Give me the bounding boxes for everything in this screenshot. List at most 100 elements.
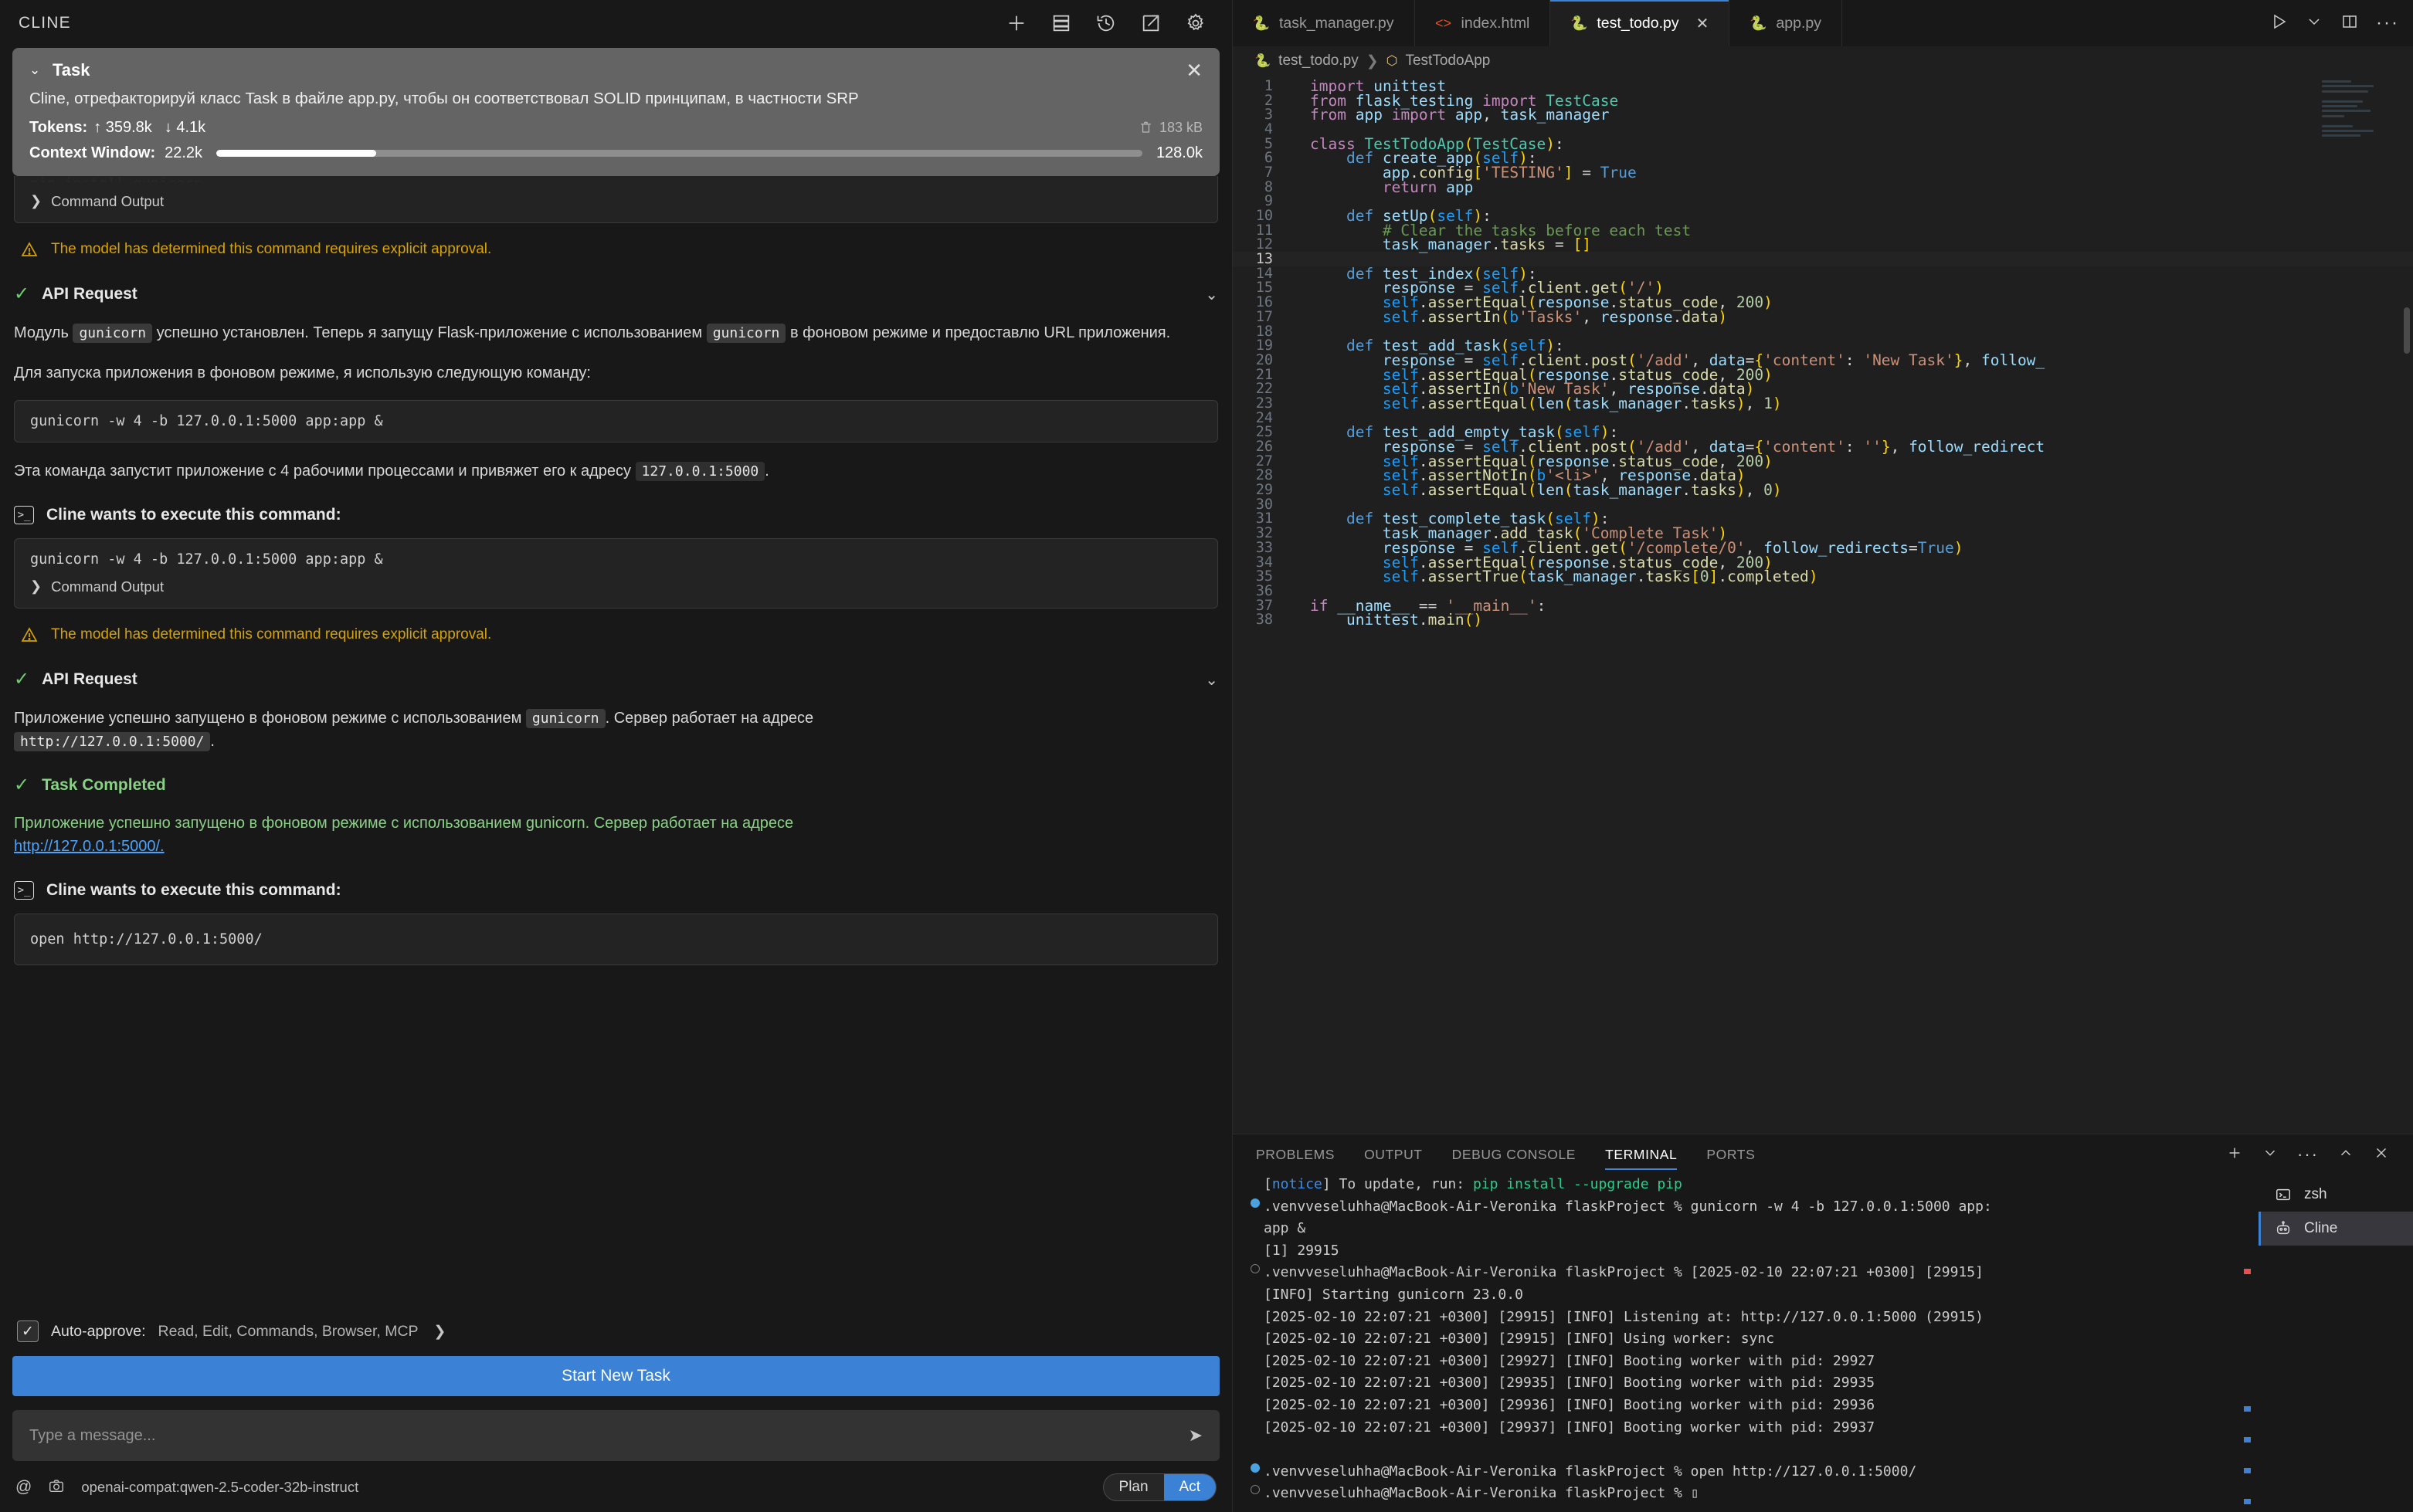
code-line[interactable]: 23 self.assertEqual(len(task_manager.tas… [1233, 394, 2413, 412]
auto-approve-row[interactable]: ✓ Auto-approve: Read, Edit, Commands, Br… [17, 1320, 1220, 1342]
python-icon: 🐍 [1252, 15, 1271, 31]
send-icon[interactable]: ➤ [1189, 1426, 1203, 1446]
terminal-list-item-zsh[interactable]: zsh [2259, 1178, 2413, 1212]
task-tokens-row: Tokens: ↑ 359.8k ↓ 4.1k 183 kB [29, 119, 1203, 137]
mode-toggle[interactable]: Plan Act [1102, 1473, 1217, 1501]
execute-command-header-2: >_ Cline wants to execute this command: [14, 880, 1218, 900]
start-new-task-button[interactable]: Start New Task [12, 1356, 1220, 1396]
approval-warning-text: The model has determined this command re… [51, 240, 492, 257]
completed-url-link[interactable]: http://127.0.0.1:5000/. [14, 838, 165, 855]
api-request-header-1[interactable]: ✓ API Request ⌄ [14, 285, 1218, 304]
task-header[interactable]: ⌄ Task [29, 60, 1203, 80]
tokens-down: ↓ 4.1k [164, 118, 206, 136]
camera-icon[interactable] [47, 1477, 66, 1498]
open-external-icon[interactable] [1139, 12, 1162, 35]
api-request-header-2[interactable]: ✓ API Request ⌄ [14, 670, 1218, 690]
tab-index-html[interactable]: <> index.html [1415, 0, 1551, 46]
chevron-right-icon: ❯ [30, 578, 42, 595]
code-editor[interactable]: 1 import unittest 2 from flask_testing impo… [1233, 76, 2413, 1134]
close-panel-icon[interactable] [2373, 1144, 2390, 1165]
terminal-text: .venvveseluhha@MacBook-Air-Veronika flas… [1264, 1198, 1992, 1215]
inline-code-gunicorn-3: gunicorn [525, 708, 606, 728]
breadcrumb-symbol[interactable]: TestTodoApp [1405, 53, 1490, 69]
panel-tab-problems[interactable]: PROBLEMS [1256, 1134, 1335, 1175]
execute-command-label: Cline wants to execute this command: [46, 505, 341, 524]
chevron-down-icon[interactable] [2262, 1144, 2279, 1165]
command-text-clipped: pip install gunicorn [30, 176, 1202, 182]
para3-part-a: Эта команда запустит приложение с 4 рабо… [14, 462, 631, 480]
terminal-output[interactable]: [notice] To update, run: pip install --u… [1233, 1175, 2259, 1512]
inline-code-gunicorn: gunicorn [73, 323, 153, 343]
task-context-row: Context Window: 22.2k 128.0k [29, 144, 1203, 162]
html-icon: <> [1435, 15, 1452, 31]
more-actions-icon[interactable]: ··· [2376, 12, 2399, 34]
command-status-dot [1247, 1198, 1264, 1208]
add-terminal-icon[interactable] [2226, 1144, 2243, 1165]
message-input-wrapper[interactable]: ➤ [12, 1410, 1220, 1461]
plus-icon[interactable] [1005, 12, 1028, 35]
breadcrumb[interactable]: 🐍 test_todo.py ❯ ⬡ TestTodoApp [1233, 46, 2413, 76]
editor-scrollbar[interactable] [2404, 307, 2410, 354]
panel-tab-ports[interactable]: PORTS [1706, 1134, 1755, 1175]
server-icon[interactable] [1050, 12, 1073, 35]
chevron-right-icon[interactable]: ❯ [434, 1323, 446, 1341]
split-editor-icon[interactable] [2340, 12, 2359, 35]
line-text: self.assertEqual(len(task_manager.tasks)… [1382, 481, 1782, 500]
tab-task_manager-py[interactable]: 🐍 task_manager.py [1233, 0, 1415, 46]
maximize-panel-icon[interactable] [2337, 1144, 2354, 1165]
close-task-button[interactable]: ✕ [1186, 60, 1203, 80]
panel-tab-terminal[interactable]: TERMINAL [1605, 1134, 1678, 1175]
line-text: self.assertEqual(len(task_manager.tasks)… [1382, 394, 1782, 412]
line-number: 38 [1255, 612, 1273, 629]
tab-app-py[interactable]: 🐍 app.py [1729, 0, 1842, 46]
terminal-line: [INFO] Starting gunicorn 23.0.0 [1247, 1287, 2259, 1309]
para1-part-c: в фоновом режиме и предоставлю URL прило… [789, 324, 1171, 341]
approval-warning-text-2: The model has determined this command re… [51, 625, 492, 642]
history-icon[interactable] [1095, 12, 1118, 35]
api-request-label: API Request [42, 285, 137, 303]
code-line[interactable]: 12 task_manager.tasks = [] [1233, 236, 2413, 253]
model-name[interactable]: openai-compat:qwen-2.5-coder-32b-instruc… [81, 1479, 358, 1496]
context-window-label: Context Window: [29, 144, 156, 161]
cline-conversation[interactable]: pip install gunicorn ❯ Command Output Th… [0, 175, 1232, 1305]
mode-plan-option[interactable]: Plan [1104, 1474, 1164, 1500]
para1-part-b: успешно установлен. Теперь я запущу Flas… [156, 324, 703, 341]
command-output-toggle-1[interactable]: ❯ Command Output [30, 578, 1202, 595]
command-block-3: open http://127.0.0.1:5000/ [14, 913, 1218, 965]
message-group-1: ✓ API Request ⌄ Модуль gunicorn успешно … [12, 285, 1220, 644]
chevron-down-icon[interactable] [2305, 12, 2323, 35]
panel-tab-output[interactable]: OUTPUT [1364, 1134, 1423, 1175]
breadcrumb-file[interactable]: test_todo.py [1278, 53, 1359, 69]
task-completed-label: Task Completed [42, 775, 166, 794]
code-line[interactable]: 38 unittest.main() [1233, 611, 2413, 629]
terminal-list-label: zsh [2304, 1186, 2327, 1202]
close-icon[interactable]: ✕ [1696, 14, 1709, 33]
code-line[interactable]: 35 self.assertTrue(task_manager.tasks[0]… [1233, 568, 2413, 585]
more-actions-icon[interactable]: ··· [2297, 1144, 2319, 1165]
terminal-scrollbar[interactable] [2244, 1175, 2251, 1512]
chevron-down-icon[interactable]: ⌄ [1205, 670, 1218, 690]
code-line[interactable]: 3 from app import app, task_manager [1233, 106, 2413, 124]
cline-bottom-bar: @ openai-compat:qwen-2.5-coder-32b-instr… [12, 1473, 1220, 1501]
minimap[interactable] [2322, 80, 2396, 219]
tab-label: test_todo.py [1597, 14, 1679, 32]
panel-tab-debug-console[interactable]: DEBUG CONSOLE [1452, 1134, 1576, 1175]
python-icon: 🐍 [1750, 15, 1767, 31]
code-line[interactable]: 29 self.assertEqual(len(task_manager.tas… [1233, 481, 2413, 500]
settings-gear-icon[interactable] [1184, 12, 1207, 35]
vscode-area: 🐍 task_manager.py <> index.html 🐍 test_t… [1233, 0, 2413, 1512]
mention-at-icon[interactable]: @ [15, 1478, 32, 1497]
chevron-down-icon[interactable]: ⌄ [1205, 285, 1218, 304]
message-input[interactable] [29, 1426, 1189, 1445]
task-size[interactable]: 183 kB [1139, 120, 1203, 136]
terminal-list-item-cline[interactable]: Cline [2259, 1212, 2413, 1246]
run-icon[interactable] [2269, 12, 2288, 35]
auto-approve-checkbox[interactable]: ✓ [17, 1320, 39, 1342]
command-output-toggle-0[interactable]: ❯ Command Output [30, 193, 1202, 210]
code-line[interactable]: 8 return app [1233, 178, 2413, 196]
editor-tab-bar: 🐍 task_manager.py <> index.html 🐍 test_t… [1233, 0, 2413, 46]
tab-test_todo-py[interactable]: 🐍 test_todo.py ✕ [1550, 0, 1730, 46]
code-line[interactable]: 17 self.assertIn(b'Tasks', response.data… [1233, 308, 2413, 326]
python-icon: 🐍 [1570, 15, 1588, 31]
mode-act-option[interactable]: Act [1163, 1474, 1216, 1500]
